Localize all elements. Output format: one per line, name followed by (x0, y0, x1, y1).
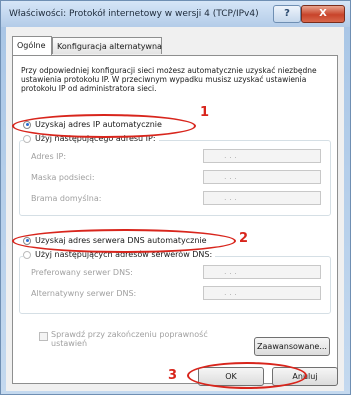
dns-manual-label: Użyj następujących adresów serwerów DNS: (35, 250, 213, 259)
subnet-mask-dots: . . . (224, 172, 237, 181)
ip-manual-option[interactable]: Użyj następującego adresu IP: (23, 134, 159, 143)
dns-manual-option[interactable]: Użyj następujących adresów serwerów DNS: (23, 250, 216, 259)
default-gateway-label: Brama domyślna: (31, 194, 102, 203)
preferred-dns-field[interactable]: . . . (203, 265, 321, 279)
close-button[interactable]: X (301, 5, 345, 23)
validate-label-line1: Sprawdź przy zakończeniu poprawność (51, 330, 208, 339)
window-title: Właściwości: Protokół internetowy w wers… (9, 9, 259, 19)
validate-label: Sprawdź przy zakończeniu poprawność usta… (51, 330, 208, 348)
ip-manual-label: Użyj następującego adresu IP: (35, 134, 156, 143)
ip-auto-radio[interactable] (23, 120, 31, 129)
tab-content: Przy odpowiedniej konfiguracji sieci moż… (12, 55, 338, 384)
properties-dialog: Właściwości: Protokół internetowy w wers… (0, 0, 351, 395)
dns-manual-radio[interactable] (23, 250, 31, 259)
ip-address-field[interactable]: . . . (203, 149, 321, 163)
annotation-number-3: 3 (168, 368, 178, 383)
preferred-dns-label: Preferowany serwer DNS: (31, 268, 133, 277)
ip-manual-radio[interactable] (23, 134, 31, 143)
alternate-dns-dots: . . . (224, 288, 237, 297)
ip-address-label: Adres IP: (31, 152, 67, 161)
dns-auto-label: Uzyskaj adres serwera DNS automatycznie (35, 236, 207, 245)
tab-general[interactable]: Ogólne (12, 36, 52, 55)
intro-text: Przy odpowiedniej konfiguracji sieci moż… (21, 66, 317, 93)
default-gateway-dots: . . . (224, 193, 237, 202)
validate-label-line2: ustawień (51, 339, 88, 348)
ip-auto-label: Uzyskaj adres IP automatycznie (35, 120, 162, 129)
default-gateway-field[interactable]: . . . (203, 191, 321, 205)
dns-auto-radio[interactable] (23, 236, 31, 245)
tab-alternate-configuration[interactable]: Konfiguracja alternatywna (52, 37, 162, 54)
cancel-button[interactable]: Anuluj (272, 367, 338, 386)
annotation-number-2: 2 (239, 231, 249, 246)
alternate-dns-field[interactable]: . . . (203, 286, 321, 300)
subnet-mask-label: Maska podsieci: (31, 173, 95, 182)
title-bar[interactable]: Właściwości: Protokół internetowy w wers… (1, 1, 350, 27)
help-button[interactable]: ? (273, 5, 301, 23)
alternate-dns-label: Alternatywny serwer DNS: (31, 289, 137, 298)
dns-auto-option[interactable]: Uzyskaj adres serwera DNS automatycznie (23, 236, 207, 245)
dialog-panel: Ogólne Konfiguracja alternatywna Przy od… (6, 27, 344, 391)
ip-address-dots: . . . (224, 151, 237, 160)
ip-auto-option[interactable]: Uzyskaj adres IP automatycznie (23, 120, 162, 129)
ok-button[interactable]: OK (198, 367, 264, 386)
preferred-dns-dots: . . . (224, 267, 237, 276)
subnet-mask-field[interactable]: . . . (203, 170, 321, 184)
annotation-number-1: 1 (200, 105, 210, 120)
validate-checkbox[interactable] (39, 332, 48, 341)
advanced-button[interactable]: Zaawansowane... (254, 337, 330, 356)
